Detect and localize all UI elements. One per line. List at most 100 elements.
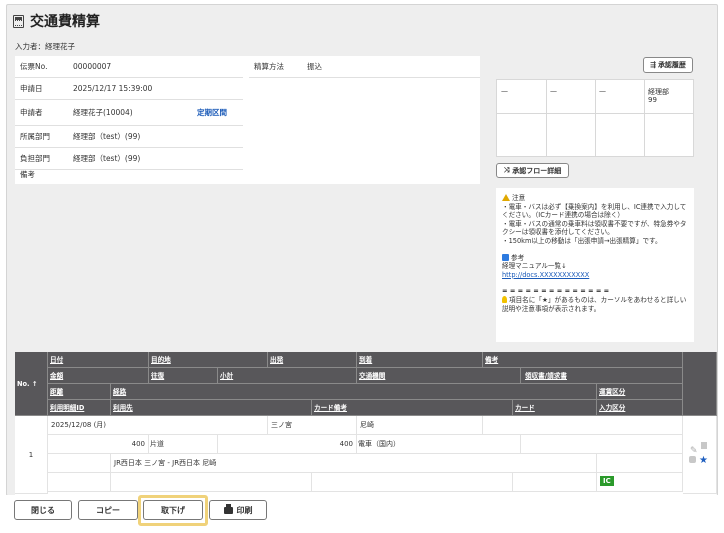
cell-date: 2025/12/08 (月) — [48, 416, 268, 435]
column-header-no[interactable]: No. ↑ — [15, 352, 48, 416]
approver-cell: — — [501, 87, 508, 95]
reference-title: 参考 — [511, 253, 525, 262]
lightbulb-icon — [502, 295, 507, 303]
column-header-receipt[interactable]: 領収書/請求書 — [521, 368, 683, 384]
slip-info: 伝票No. 00000007 精算方法 振込 申請日 2025/12/17 15… — [15, 56, 480, 184]
cell-distance — [48, 454, 111, 473]
cell-receipt — [521, 435, 683, 454]
slip-no-label: 伝票No. — [20, 62, 48, 71]
approval-flow-button[interactable]: ⤨ 承認フロー詳細 — [496, 163, 569, 178]
cell-remark — [483, 416, 683, 435]
approver-grid: — — — 経理部 99 — [496, 79, 694, 157]
column-header-date[interactable]: 日付 — [48, 352, 149, 368]
dept-label: 所属部門 — [20, 132, 50, 141]
column-header-route[interactable]: 経路 — [111, 384, 597, 400]
remarks-label: 備考 — [20, 169, 35, 179]
page-title: 交通費精算 — [30, 14, 100, 30]
manual-link[interactable]: http://docs.XXXXXXXXXXX — [502, 271, 589, 279]
column-header-distance[interactable]: 距離 — [48, 384, 111, 400]
grid-divider — [644, 80, 645, 156]
cell-amount: 400 — [48, 435, 149, 454]
copy-icon[interactable] — [701, 442, 707, 449]
column-header-ride-type[interactable]: 運賃区分 — [597, 384, 683, 400]
main-panel: 交通費精算 入力者：経理花子 伝票No. 00000007 精算方法 振込 申請… — [6, 4, 718, 496]
caution-title: 注意 — [512, 194, 526, 202]
apply-date-row: 申請日 2025/12/17 15:39:00 — [15, 78, 243, 100]
approver-cell: — — [550, 87, 557, 95]
column-header-remark[interactable]: 備考 — [483, 352, 683, 368]
print-button[interactable]: 印刷 — [209, 500, 267, 520]
flow-icon: ⤨ — [503, 166, 510, 174]
dept-value: 経理部（test）(99) — [73, 132, 141, 141]
withdraw-button[interactable]: 取下げ — [143, 500, 203, 520]
cell-depart: 三ノ宮 — [268, 416, 357, 435]
apply-date-value: 2025/12/17 15:39:00 — [73, 84, 153, 93]
delete-icon[interactable] — [689, 456, 696, 463]
column-header-arrive[interactable]: 到着 — [357, 352, 483, 368]
cell-round: 片道 — [149, 435, 218, 454]
apply-date-label: 申請日 — [20, 84, 43, 93]
expense-table: No. ↑ 日付 目的地 出発 到着 備考 金額 往復 小計 交通機関 領収書/… — [15, 352, 717, 495]
grid-divider — [497, 113, 693, 114]
approval-history-button[interactable]: ⇶ 承認履歴 — [643, 57, 693, 73]
reference-text: 経理マニュアル一覧↓ — [502, 262, 567, 271]
row-actions: ✎ ★ — [683, 416, 717, 494]
entered-by: 入力者：経理花子 — [15, 42, 75, 51]
applicant-label: 申請者 — [20, 108, 43, 117]
cell-card-remark — [312, 473, 513, 492]
grid-divider — [595, 80, 596, 156]
dept-row: 所属部門 経理部（test）(99) — [15, 126, 243, 148]
method-value: 振込 — [307, 62, 322, 71]
cell-detail-id — [48, 473, 111, 492]
history-icon: ⇶ — [650, 61, 656, 69]
charge-label: 負担部門 — [20, 154, 50, 163]
slip-no-row: 伝票No. 00000007 — [15, 56, 243, 78]
approver-cell: 99 — [648, 96, 657, 104]
commute-route-link[interactable]: 定期区間 — [197, 107, 227, 118]
column-header-depart[interactable]: 出発 — [268, 352, 357, 368]
ic-badge: IC — [600, 476, 614, 486]
cell-input-type: IC — [597, 473, 683, 492]
column-header-actions — [683, 352, 717, 416]
grid-divider — [546, 80, 547, 156]
cell-ride-type — [597, 454, 683, 473]
remarks-row: 備考 — [15, 166, 480, 182]
close-button[interactable]: 閉じる — [14, 500, 72, 520]
info-icon — [502, 253, 509, 261]
caution-text: ・電車・バスは必ず【乗換案内】を利用し、IC連携で入力してください。（ICカード… — [502, 202, 687, 245]
cell-route: JR西日本 三ノ宮 - JR西日本 尼崎 — [111, 454, 597, 473]
printer-icon — [223, 503, 233, 514]
title-row: 交通費精算 — [13, 11, 100, 31]
column-header-round[interactable]: 往復 — [149, 368, 218, 384]
column-header-purpose[interactable]: 目的地 — [149, 352, 268, 368]
method-label: 精算方法 — [254, 62, 284, 71]
method-row: 精算方法 振込 — [249, 56, 480, 78]
cell-arrive: 尼崎 — [357, 416, 483, 435]
separator-line: = = = = = = = = = = = = = = — [502, 287, 610, 296]
column-header-transport[interactable]: 交通機関 — [357, 368, 521, 384]
approval-flow-label: 承認フロー詳細 — [512, 166, 562, 175]
column-header-input-type[interactable]: 入力区分 — [597, 400, 683, 416]
charge-value: 経理部（test）(99) — [73, 154, 141, 163]
column-header-card[interactable]: カード — [513, 400, 597, 416]
favorite-star-icon[interactable]: ★ — [699, 451, 708, 470]
approval-history-label: 承認履歴 — [657, 61, 686, 69]
calculator-icon — [13, 14, 24, 28]
cell-user — [111, 473, 312, 492]
column-header-detail-id[interactable]: 利用明細ID — [48, 400, 111, 416]
footer-bar: 閉じる コピー 取下げ 印刷 — [0, 495, 724, 533]
notice-box: 注意 ・電車・バスは必ず【乗換案内】を利用し、IC連携で入力してください。（IC… — [496, 188, 694, 342]
column-header-user[interactable]: 利用先 — [111, 400, 312, 416]
cell-card — [513, 473, 597, 492]
column-header-subtotal[interactable]: 小計 — [218, 368, 357, 384]
applicant-value: 経理花子(10004) — [73, 108, 133, 117]
column-header-amount[interactable]: 金額 — [48, 368, 149, 384]
print-label: 印刷 — [236, 505, 253, 515]
cell-transport: 電車（国内） — [357, 435, 521, 454]
cell-subtotal: 400 — [218, 435, 357, 454]
tip-text: 項目名に「★」があるものは、カーソルをあわせると詳しい説明や注意事項が表示されま… — [502, 295, 687, 313]
copy-button[interactable]: コピー — [78, 500, 138, 520]
warning-icon — [502, 194, 510, 201]
column-header-card-remark[interactable]: カード備考 — [312, 400, 513, 416]
applicant-row: 申請者 経理花子(10004) 定期区間 — [15, 100, 243, 126]
